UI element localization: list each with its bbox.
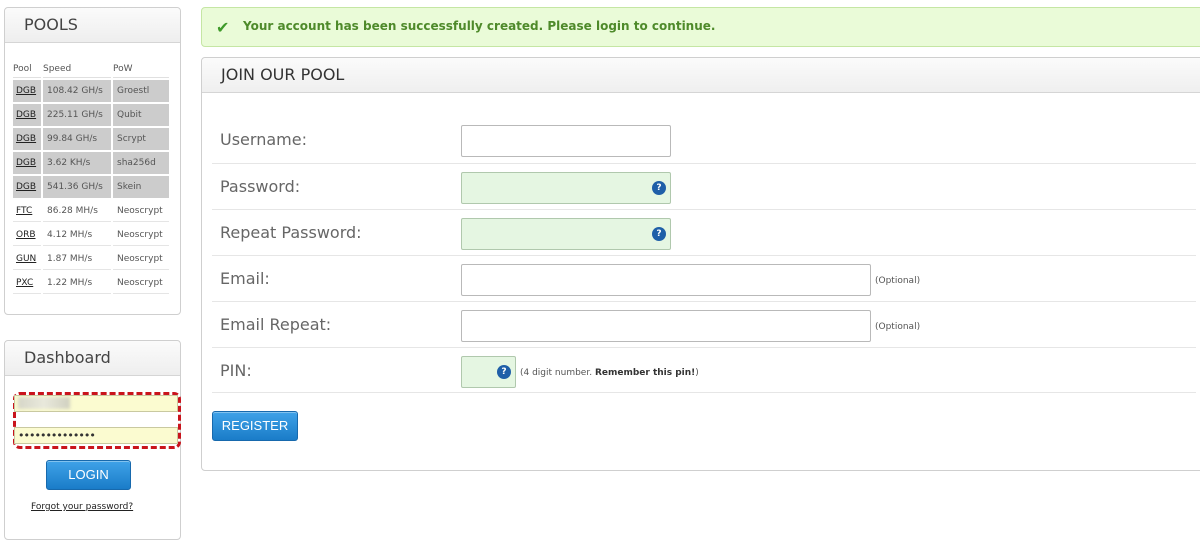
pool-speed: 1.87 MH/s: [43, 248, 111, 270]
pool-speed: 541.36 GH/s: [43, 176, 111, 198]
pin-hint: (4 digit number. Remember this pin!): [520, 368, 699, 378]
pin-hint-bold: Remember this pin!: [594, 368, 696, 378]
pools-table-header: Pool Speed PoW: [13, 60, 169, 78]
pool-coin-link[interactable]: GUN: [13, 248, 41, 270]
pool-speed: 4.12 MH/s: [43, 224, 111, 246]
pool-row: DGB 108.42 GH/s Groestl: [13, 80, 169, 102]
repeat-password-row: Repeat Password: ?: [212, 209, 1196, 255]
pools-title: POOLS: [5, 8, 180, 43]
password-input[interactable]: ?: [461, 172, 671, 204]
login-button[interactable]: LOGIN: [46, 460, 131, 490]
join-panel: JOIN OUR POOL Username: Password: ? Repe…: [201, 57, 1200, 471]
pool-pow: Neoscrypt: [113, 200, 169, 222]
dashboard-panel: Dashboard •••••••••••••• LOGIN Forgot yo…: [4, 340, 181, 540]
pool-speed: 3.62 KH/s: [43, 152, 111, 174]
pools-panel: POOLS Pool Speed PoW DGB 108.42 GH/s Gro…: [4, 7, 181, 315]
pool-pow: Scrypt: [113, 128, 169, 150]
pin-row: PIN: ? (4 digit number. Remember this pi…: [212, 347, 1196, 393]
pool-row: DGB 3.62 KH/s sha256d: [13, 152, 169, 174]
email-repeat-optional-hint: (Optional): [875, 322, 921, 332]
dashboard-title: Dashboard: [5, 341, 180, 376]
header-pool: Pool: [13, 60, 41, 78]
success-message: Your account has been successfully creat…: [243, 19, 716, 33]
pool-coin-link[interactable]: PXC: [13, 272, 41, 294]
header-speed: Speed: [43, 60, 111, 78]
email-repeat-label: Email Repeat:: [220, 315, 332, 334]
pool-coin-link[interactable]: DGB: [13, 80, 41, 102]
pool-row: DGB 225.11 GH/s Qubit: [13, 104, 169, 126]
pool-pow: Skein: [113, 176, 169, 198]
pool-pow: Qubit: [113, 104, 169, 126]
username-row: Username:: [212, 117, 1196, 163]
pool-row: ORB 4.12 MH/s Neoscrypt: [13, 224, 169, 246]
pin-hint-prefix: (4 digit number.: [520, 368, 595, 378]
pool-coin-link[interactable]: FTC: [13, 200, 41, 222]
pool-row: PXC 1.22 MH/s Neoscrypt: [13, 272, 169, 294]
email-optional-hint: (Optional): [875, 276, 921, 286]
pool-pow: sha256d: [113, 152, 169, 174]
username-input[interactable]: [461, 125, 671, 157]
login-username-input[interactable]: [14, 395, 178, 412]
email-repeat-row: Email Repeat: (Optional): [212, 301, 1196, 347]
pool-coin-link[interactable]: ORB: [13, 224, 41, 246]
pin-input[interactable]: ?: [461, 356, 516, 388]
keyhole-icon[interactable]: ?: [652, 227, 666, 241]
pin-label: PIN:: [220, 361, 252, 380]
pool-pow: Neoscrypt: [113, 224, 169, 246]
pool-pow: Neoscrypt: [113, 272, 169, 294]
pool-coin-link[interactable]: DGB: [13, 128, 41, 150]
pool-coin-link[interactable]: DGB: [13, 176, 41, 198]
pool-row: DGB 541.36 GH/s Skein: [13, 176, 169, 198]
pool-row: GUN 1.87 MH/s Neoscrypt: [13, 248, 169, 270]
pool-speed: 225.11 GH/s: [43, 104, 111, 126]
pool-row: FTC 86.28 MH/s Neoscrypt: [13, 200, 169, 222]
pool-coin-link[interactable]: DGB: [13, 104, 41, 126]
email-row: Email: (Optional): [212, 255, 1196, 301]
redacted-username: [18, 397, 70, 409]
forgot-password-link[interactable]: Forgot your password?: [31, 502, 133, 512]
pin-hint-suffix: ): [695, 368, 699, 378]
join-title: JOIN OUR POOL: [202, 58, 1200, 93]
pool-speed: 86.28 MH/s: [43, 200, 111, 222]
password-row: Password: ?: [212, 163, 1196, 209]
email-label: Email:: [220, 269, 270, 288]
repeat-password-input[interactable]: ?: [461, 218, 671, 250]
login-password-input[interactable]: ••••••••••••••: [14, 427, 178, 444]
keyhole-icon[interactable]: ?: [652, 181, 666, 195]
pool-pow: Neoscrypt: [113, 248, 169, 270]
pool-speed: 99.84 GH/s: [43, 128, 111, 150]
success-alert: ✔ Your account has been successfully cre…: [201, 7, 1200, 47]
pools-table: Pool Speed PoW DGB 108.42 GH/s Groestl D…: [11, 58, 171, 296]
pool-coin-link[interactable]: DGB: [13, 152, 41, 174]
password-label: Password:: [220, 177, 301, 196]
username-label: Username:: [220, 130, 307, 149]
repeat-password-label: Repeat Password:: [220, 223, 362, 242]
email-input[interactable]: [461, 264, 871, 296]
check-icon: ✔: [216, 18, 230, 37]
register-button[interactable]: REGISTER: [212, 411, 298, 441]
pool-speed: 108.42 GH/s: [43, 80, 111, 102]
pool-speed: 1.22 MH/s: [43, 272, 111, 294]
email-repeat-input[interactable]: [461, 310, 871, 342]
pool-row: DGB 99.84 GH/s Scrypt: [13, 128, 169, 150]
keyhole-icon[interactable]: ?: [497, 365, 511, 379]
pool-pow: Groestl: [113, 80, 169, 102]
header-pow: PoW: [113, 60, 169, 78]
